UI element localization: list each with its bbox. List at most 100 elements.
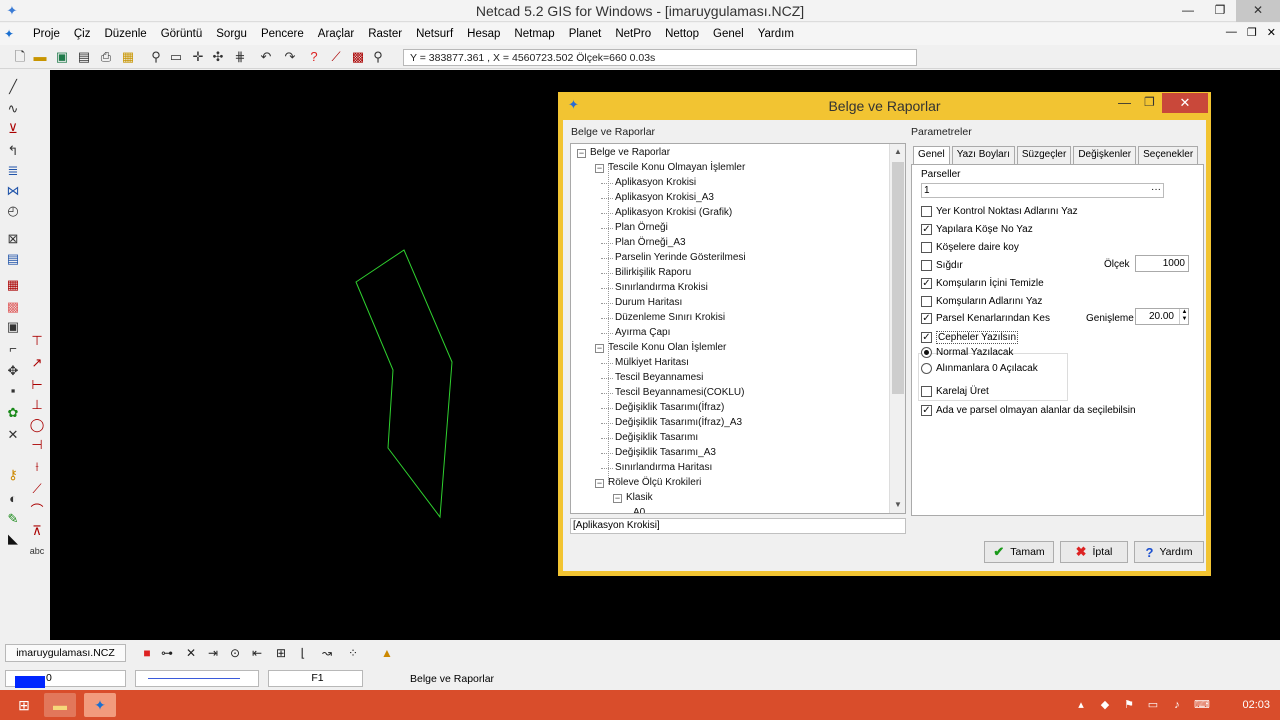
option-parsel-kes[interactable]: ✓ Parsel Kenarlarından Kes xyxy=(921,313,1050,324)
restore-button[interactable]: ❐ xyxy=(1204,0,1236,22)
tab-degiskenler[interactable]: Değişkenler xyxy=(1073,146,1137,164)
mdi-minimize-button[interactable]: — xyxy=(1226,26,1237,39)
tree-leaf-item[interactable]: Bilirkişilik Raporu xyxy=(615,267,691,278)
browse-parcels-button[interactable]: ··· xyxy=(1151,183,1161,196)
grid-snap-icon[interactable]: ⋕ xyxy=(232,49,248,65)
help-button[interactable]: ? Yardım xyxy=(1134,541,1204,563)
tree-leaf-item[interactable]: Tescil Beyannamesi xyxy=(615,372,703,383)
menu-araclar[interactable]: Araçlar xyxy=(311,28,361,40)
option-yer-kontrol[interactable]: Yer Kontrol Noktası Adlarını Yaz xyxy=(921,206,1078,217)
linetype-field[interactable] xyxy=(135,670,259,687)
tray-app-icon[interactable]: ◆ xyxy=(1098,698,1112,712)
snap-intersect-icon[interactable]: ✕ xyxy=(182,645,200,661)
stop-icon[interactable]: ■ xyxy=(138,645,156,661)
checkbox[interactable] xyxy=(921,386,932,397)
tool-b-icon[interactable]: ↗ xyxy=(28,354,46,372)
tool-g-icon[interactable]: ⟊ xyxy=(28,458,46,476)
dialog-minimize-button[interactable]: — xyxy=(1118,95,1131,110)
ortho-icon[interactable]: ⌊ xyxy=(294,645,312,661)
new-file-icon[interactable]: 🗋 xyxy=(12,49,28,65)
brush-tool-icon[interactable]: ◣ xyxy=(4,530,22,548)
menu-genel[interactable]: Genel xyxy=(706,28,751,40)
tree-leaf-item[interactable]: Tescil Beyannamesi(COKLU) xyxy=(615,387,745,398)
tray-keyboard-icon[interactable]: ⌨ xyxy=(1194,698,1210,712)
option-cepheler[interactable]: ✓ Cepheler Yazılsın xyxy=(921,331,1019,344)
menu-duzenle[interactable]: Düzenle xyxy=(97,28,153,40)
menu-logo-icon[interactable]: ✦ xyxy=(4,27,26,41)
select-icon[interactable]: ✣ xyxy=(210,49,226,65)
tree-toggle-icon[interactable]: − xyxy=(595,344,604,353)
document-tab[interactable]: imaruygulaması.NCZ xyxy=(5,644,126,662)
tree-leaf-item[interactable]: Aplikasyon Krokisi_A3 xyxy=(615,192,714,203)
image-tool-icon[interactable]: ▣ xyxy=(4,318,22,336)
copy-tool-icon[interactable]: ▪ xyxy=(4,382,22,400)
radio-normal[interactable]: Normal Yazılacak xyxy=(921,347,1013,358)
olcek-input[interactable]: 1000 xyxy=(1135,255,1189,272)
tab-secenekler[interactable]: Seçenekler xyxy=(1138,146,1199,164)
tree-toggle-icon[interactable]: − xyxy=(595,164,604,173)
tool-f-icon[interactable]: ⊣ xyxy=(28,436,46,454)
print-preview-icon[interactable]: ▤ xyxy=(76,49,92,65)
tray-volume-icon[interactable]: ♪ xyxy=(1170,698,1184,712)
tab-suzgecler[interactable]: Süzgeçler xyxy=(1016,146,1072,164)
menu-netsurf[interactable]: Netsurf xyxy=(409,28,460,40)
tray-arrow-icon[interactable]: ▴ xyxy=(1074,698,1088,712)
snap-end-icon[interactable]: ⊶ xyxy=(158,645,176,661)
checkbox[interactable] xyxy=(921,296,932,307)
tool-c-icon[interactable]: ⊢ xyxy=(28,376,46,394)
node-tool-icon[interactable]: ⌐ xyxy=(4,340,22,358)
menu-yardim[interactable]: Yardım xyxy=(751,28,801,40)
radio[interactable] xyxy=(921,347,932,358)
menu-pencere[interactable]: Pencere xyxy=(254,28,311,40)
genisleme-input[interactable]: 20.00 ▲ ▼ xyxy=(1135,308,1189,325)
parseller-input[interactable]: 1 ··· xyxy=(921,183,1164,198)
netcad-taskbar-icon[interactable]: ✦ xyxy=(84,693,116,717)
snap-mid-icon[interactable]: ⇥ xyxy=(204,645,222,661)
scroll-down-icon[interactable]: ▼ xyxy=(890,497,905,513)
grid-icon[interactable]: ⊞ xyxy=(272,645,290,661)
raster-icon[interactable]: ▩ xyxy=(350,49,366,65)
dialog-maximize-button[interactable]: ❐ xyxy=(1144,95,1155,109)
key-tool-icon[interactable]: ⚷ xyxy=(4,466,22,484)
triangle-icon[interactable]: ▲ xyxy=(378,645,396,661)
checkbox[interactable] xyxy=(921,242,932,253)
save-icon[interactable]: ▣ xyxy=(54,49,70,65)
explorer-taskbar-icon[interactable]: ▬ xyxy=(44,693,76,717)
genisleme-spinner-icon[interactable]: ▲ ▼ xyxy=(1179,309,1189,324)
ok-button[interactable]: ✔ Tamam xyxy=(984,541,1054,563)
tree-leaf-item[interactable]: Sınırlandırma Haritası xyxy=(615,462,712,473)
polyline-tool-icon[interactable]: ∿ xyxy=(4,100,22,118)
layer-field[interactable]: 0 xyxy=(5,670,126,688)
open-folder-icon[interactable]: ▬ xyxy=(32,49,48,65)
minimize-button[interactable]: — xyxy=(1172,0,1204,22)
start-icon[interactable]: ⊞ xyxy=(8,693,40,717)
tree-leaf-item[interactable]: Parselin Yerinde Gösterilmesi xyxy=(615,252,746,263)
checkbox[interactable] xyxy=(921,206,932,217)
point-tool-icon[interactable]: ⊻ xyxy=(4,120,22,138)
tree-leaf-item[interactable]: Durum Haritası xyxy=(615,297,682,308)
pencil-tool-icon[interactable]: ✎ xyxy=(4,510,22,528)
taskbar-clock[interactable]: 02:03 xyxy=(1242,699,1270,711)
fill-tool-icon[interactable]: ▦ xyxy=(4,276,22,294)
tool-j-icon[interactable]: ⊼ xyxy=(28,522,46,540)
tree-leaf-item[interactable]: Plan Örneği_A3 xyxy=(615,237,686,248)
layer-tool-icon[interactable]: ✿ xyxy=(4,404,22,422)
edit-tool-icon[interactable]: ↰ xyxy=(4,142,22,160)
tree-leaf-item[interactable]: Mülkiyet Haritası xyxy=(615,357,689,368)
dimension-tool-icon[interactable]: ⋈ xyxy=(4,182,22,200)
measure-icon[interactable]: ⟋ xyxy=(328,49,344,65)
print-icon[interactable]: ⎙ xyxy=(98,49,114,65)
tree-toggle-icon[interactable]: − xyxy=(595,479,604,488)
option-ada-parsel[interactable]: ✓ Ada ve parsel olmayan alanlar da seçile… xyxy=(921,405,1136,416)
tree-folder-item[interactable]: Röleve Ölçü Krokileri xyxy=(608,477,701,488)
delete-tool-icon[interactable]: ⊠ xyxy=(4,230,22,248)
checkbox[interactable]: ✓ xyxy=(921,332,932,343)
option-koselere-daire[interactable]: Köşelere daire koy xyxy=(921,242,1019,253)
tree-folder-item[interactable]: Tescile Konu Olmayan İşlemler xyxy=(608,162,745,173)
tree-leaf-item[interactable]: Değişiklik Tasarımı(İfraz)_A3 xyxy=(615,417,742,428)
text-tool-icon[interactable]: ≣ xyxy=(4,162,22,180)
cancel-button[interactable]: ✖ İptal xyxy=(1060,541,1128,563)
tool-i-icon[interactable]: ⌒ xyxy=(28,502,46,520)
undo-icon[interactable]: ↶ xyxy=(258,49,274,65)
hatch-tool-icon[interactable]: ▩ xyxy=(4,298,22,316)
